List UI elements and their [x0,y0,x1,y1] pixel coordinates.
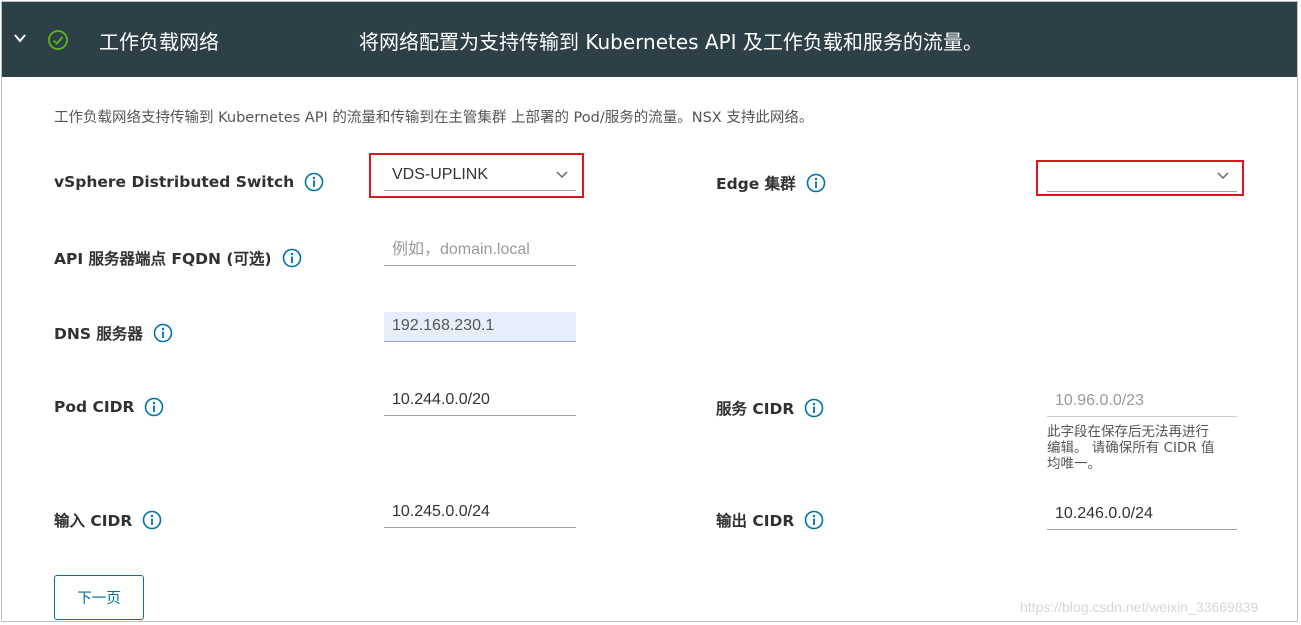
edge-cluster-select[interactable] [1047,162,1237,192]
watermark: https://blog.csdn.net/weixin_33669839 [1020,599,1259,615]
dns-value: 192.168.230.1 [392,317,495,334]
ingress-cidr-value: 10.245.0.0/24 [392,503,490,520]
chevron-down-icon [556,171,568,179]
helper-line: 此字段在保存后无法再进行 [1047,424,1209,440]
info-icon[interactable] [804,398,824,418]
pod-cidr-value: 10.244.0.0/20 [392,391,490,408]
ingress-cidr-label: 输入 CIDR [54,509,162,531]
section-description: 将网络配置为支持传输到 Kubernetes API 及工作负载和服务的流量。 [359,30,983,54]
vds-label: vSphere Distributed Switch [54,172,324,192]
dns-input[interactable]: 192.168.230.1 [384,312,576,342]
next-page-button[interactable]: 下一页 [54,575,144,620]
workload-network-panel: 工作负载网络 将网络配置为支持传输到 Kubernetes API 及工作负载和… [1,1,1298,622]
vds-label-text: vSphere Distributed Switch [54,173,295,191]
egress-cidr-label-text: 输出 CIDR [716,512,795,530]
pod-cidr-label-text: Pod CIDR [54,398,135,416]
service-cidr-label: 服务 CIDR [716,397,824,419]
vds-select[interactable]: VDS-UPLINK [384,161,576,191]
api-fqdn-input[interactable]: 例如，domain.local [384,236,576,266]
egress-cidr-value: 10.246.0.0/24 [1055,505,1153,522]
edge-cluster-label-text: Edge 集群 [716,175,796,193]
info-icon[interactable] [304,172,324,192]
info-icon[interactable] [153,323,173,343]
helper-line: 均唯一。 [1047,456,1101,472]
vds-select-value: VDS-UPLINK [392,166,489,183]
check-circle-icon [48,30,68,50]
service-cidr-label-text: 服务 CIDR [716,400,795,418]
api-fqdn-placeholder: 例如，domain.local [392,241,530,258]
section-header[interactable]: 工作负载网络 将网络配置为支持传输到 Kubernetes API 及工作负载和… [2,2,1297,77]
info-icon[interactable] [806,173,826,193]
edge-cluster-label: Edge 集群 [716,172,826,194]
egress-cidr-input[interactable]: 10.246.0.0/24 [1047,500,1237,530]
chevron-down-icon[interactable] [12,30,28,46]
pod-cidr-input[interactable]: 10.244.0.0/20 [384,386,576,416]
service-cidr-helper-text: 此字段在保存后无法再进行 编辑。 请确保所有 CIDR 值 均唯一。 [1047,424,1237,472]
info-icon[interactable] [144,397,164,417]
service-cidr-input: 10.96.0.0/23 [1047,387,1237,417]
ingress-cidr-label-text: 输入 CIDR [54,512,133,530]
chevron-down-icon [1217,172,1229,180]
dns-label-text: DNS 服务器 [54,325,143,343]
dns-label: DNS 服务器 [54,322,173,344]
info-icon[interactable] [282,248,302,268]
info-icon[interactable] [142,510,162,530]
api-fqdn-label: API 服务器端点 FQDN (可选) [54,247,302,269]
pod-cidr-label: Pod CIDR [54,397,164,417]
egress-cidr-label: 输出 CIDR [716,509,824,531]
ingress-cidr-input[interactable]: 10.245.0.0/24 [384,498,576,528]
api-fqdn-label-text: API 服务器端点 FQDN (可选) [54,250,272,268]
intro-text: 工作负载网络支持传输到 Kubernetes API 的流量和传输到在主管集群 … [54,110,814,126]
section-title: 工作负载网络 [99,30,219,54]
service-cidr-value: 10.96.0.0/23 [1055,392,1144,409]
helper-line: 编辑。 请确保所有 CIDR 值 [1047,440,1215,456]
info-icon[interactable] [804,510,824,530]
